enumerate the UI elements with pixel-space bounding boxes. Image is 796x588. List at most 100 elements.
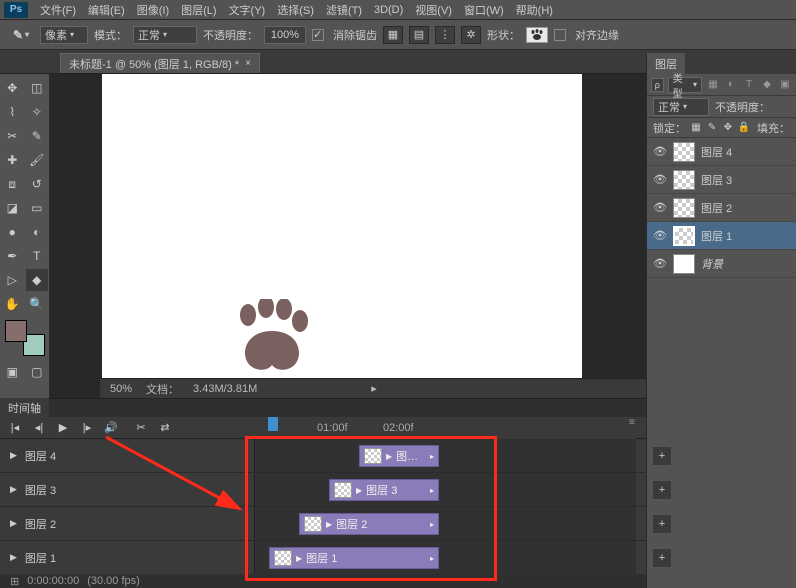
menu-layer[interactable]: 图层(L) [175,0,222,20]
next-frame-icon[interactable]: |▸ [80,421,94,434]
layer-name[interactable]: 图层 4 [701,144,790,160]
timeline-clip[interactable]: ▶图层 2▸ [299,513,439,535]
timeline-row[interactable]: ▶图层 3 ▶图层 3▸ + [0,473,646,507]
menu-image[interactable]: 图像(I) [131,0,175,20]
document-tab[interactable]: 未标题-1 @ 50% (图层 1, RGB/8) * × [60,53,260,73]
timeline-row[interactable]: ▶图层 2 ▶图层 2▸ + [0,507,646,541]
timeline-row[interactable]: ▶图层 1 ▶图层 1▸ + [0,541,646,575]
expand-icon[interactable]: ▶ [10,484,17,495]
foreground-color[interactable] [5,320,27,342]
path-select-tool[interactable]: ▷ [1,269,24,291]
filter-pixel-icon[interactable]: ▦ [706,79,720,91]
blur-tool[interactable]: ● [1,221,24,243]
timeline-track[interactable]: ▶图…▸ [255,439,636,472]
document-canvas[interactable] [102,74,582,387]
shape-tool[interactable]: ◆ [26,269,49,291]
layer-thumb[interactable] [673,142,695,162]
layer-name[interactable]: 图层 3 [701,172,790,188]
distribute-icon[interactable]: ⋮ [435,26,455,44]
play-icon[interactable]: ▶ [56,421,70,434]
quickmask-toggle[interactable]: ▣ [1,361,24,383]
layers-panel-tab[interactable]: 图层 [647,54,796,74]
blend-mode-dropdown[interactable]: 正常 [133,26,197,44]
filter-adjust-icon[interactable]: ◐ [724,79,738,91]
menu-filter[interactable]: 滤镜(T) [320,0,368,20]
split-icon[interactable]: ✂ [134,421,148,434]
status-play-icon[interactable]: ▸ [371,382,377,395]
panel-menu-icon[interactable]: ≡ [629,417,643,431]
pen-tool[interactable]: ✒ [1,245,24,267]
expand-icon[interactable]: ▶ [10,552,17,563]
wand-tool[interactable]: ✧ [26,101,49,123]
layer-thumb[interactable] [673,254,695,274]
menu-type[interactable]: 文字(Y) [223,0,272,20]
crop-tool[interactable]: ✂ [1,125,24,147]
add-media-button[interactable]: + [652,480,672,500]
transition-icon[interactable]: ⇄ [158,421,172,434]
filter-kind-dropdown[interactable]: 类型 [668,77,702,93]
canvas-viewport[interactable]: 50% 文档： 3.43M/3.81M ▸ [50,74,646,398]
playhead[interactable] [268,417,278,431]
layer-name[interactable]: 图层 2 [701,200,790,216]
visibility-toggle[interactable]: 👁 [653,257,667,270]
marquee-tool[interactable]: ◫ [26,77,49,99]
lasso-tool[interactable]: ⌇ [1,101,24,123]
eyedropper-tool[interactable]: ✎ [26,125,49,147]
filter-shape-icon[interactable]: ◆ [760,79,774,91]
paw-shape-object[interactable] [232,299,312,375]
goto-start-icon[interactable]: |◂ [8,421,22,434]
timeline-track[interactable]: ▶图层 1▸ [255,541,636,574]
gradient-tool[interactable]: ▭ [26,197,49,219]
align-left-icon[interactable]: ▦ [383,26,403,44]
expand-icon[interactable]: ▶ [10,518,17,529]
type-tool[interactable]: T [26,245,49,267]
visibility-toggle[interactable]: 👁 [653,229,667,242]
timeline-clip[interactable]: ▶图层 1▸ [269,547,439,569]
timeline-clip[interactable]: ▶图层 3▸ [329,479,439,501]
layer-blend-dropdown[interactable]: 正常 [653,98,709,116]
lock-pixels-icon[interactable]: ✎ [706,122,718,134]
filter-type-icon[interactable]: T [742,79,756,91]
visibility-toggle[interactable]: 👁 [653,145,667,158]
visibility-toggle[interactable]: 👁 [653,173,667,186]
zoom-tool[interactable]: 🔍 [26,293,49,315]
menu-view[interactable]: 视图(V) [409,0,458,20]
menu-file[interactable]: 文件(F) [34,0,82,20]
units-dropdown[interactable]: 像素 [40,26,88,44]
menu-help[interactable]: 帮助(H) [510,0,559,20]
align-center-icon[interactable]: ▤ [409,26,429,44]
align-edges-checkbox[interactable] [554,29,566,41]
layer-row-selected[interactable]: 👁 图层 1 [647,222,796,250]
timeline-row[interactable]: ▶图层 4 ▶图…▸ + [0,439,646,473]
expand-icon[interactable]: ▶ [10,450,17,461]
layer-row[interactable]: 👁 图层 3 [647,166,796,194]
menu-window[interactable]: 窗口(W) [458,0,510,20]
history-brush-tool[interactable]: ↺ [26,173,49,195]
menu-edit[interactable]: 编辑(E) [82,0,131,20]
stamp-tool[interactable]: ⧈ [1,173,24,195]
timeline-clip[interactable]: ▶图…▸ [359,445,439,467]
layer-row-background[interactable]: 👁 背景 [647,250,796,278]
move-tool[interactable]: ✥ [1,77,24,99]
hand-tool[interactable]: ✋ [1,293,24,315]
lock-all-icon[interactable]: 🔒 [738,122,750,134]
layer-name[interactable]: 图层 1 [701,228,790,244]
prev-frame-icon[interactable]: ◂| [32,421,46,434]
tool-preset-icon[interactable]: ✎ [8,26,34,44]
timeline-tab[interactable]: 时间轴 [0,399,646,417]
menu-select[interactable]: 选择(S) [271,0,320,20]
layer-row[interactable]: 👁 图层 2 [647,194,796,222]
frame-toggle-icon[interactable]: ⊞ [10,575,19,588]
timeline-ruler[interactable]: 01:00f 02:00f [255,417,636,439]
layer-name[interactable]: 背景 [701,256,790,272]
zoom-level[interactable]: 50% [110,383,132,395]
color-swatches[interactable] [5,320,45,356]
layer-row[interactable]: 👁 图层 4 [647,138,796,166]
timeline-track[interactable]: ▶图层 3▸ [255,473,636,506]
opacity-input[interactable]: 100% [264,26,306,44]
close-tab-icon[interactable]: × [245,58,251,69]
layer-thumb[interactable] [673,198,695,218]
antialias-checkbox[interactable] [312,29,324,41]
timeline-track[interactable]: ▶图层 2▸ [255,507,636,540]
brush-tool[interactable]: 🖌 [26,149,49,171]
